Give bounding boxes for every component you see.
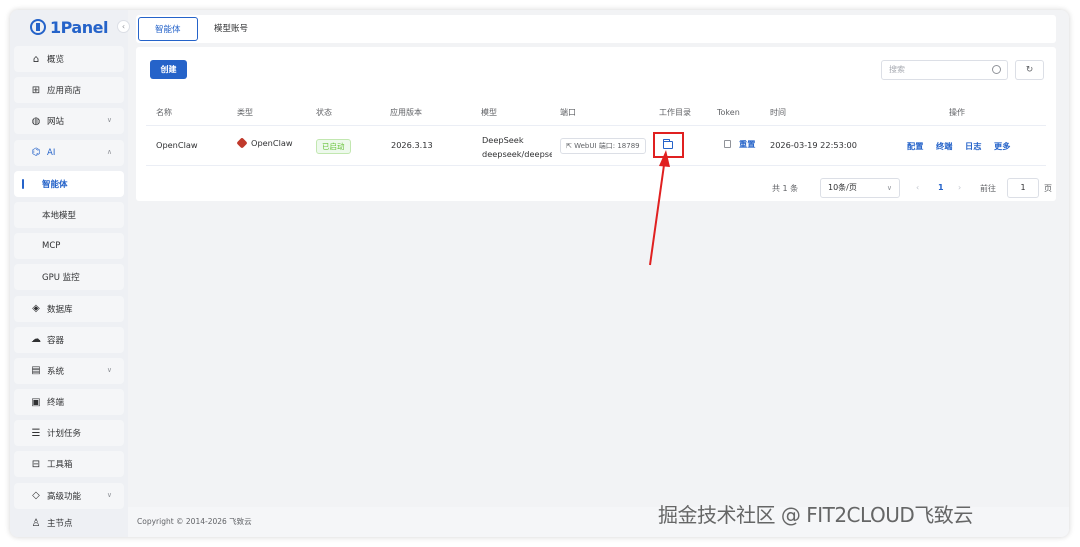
arrow-shaft [649, 164, 665, 266]
arrow-head [659, 150, 670, 167]
annotation-arrow [649, 150, 670, 266]
watermark: 掘金技术社区 @ FIT2CLOUD飞致云 [658, 503, 973, 527]
